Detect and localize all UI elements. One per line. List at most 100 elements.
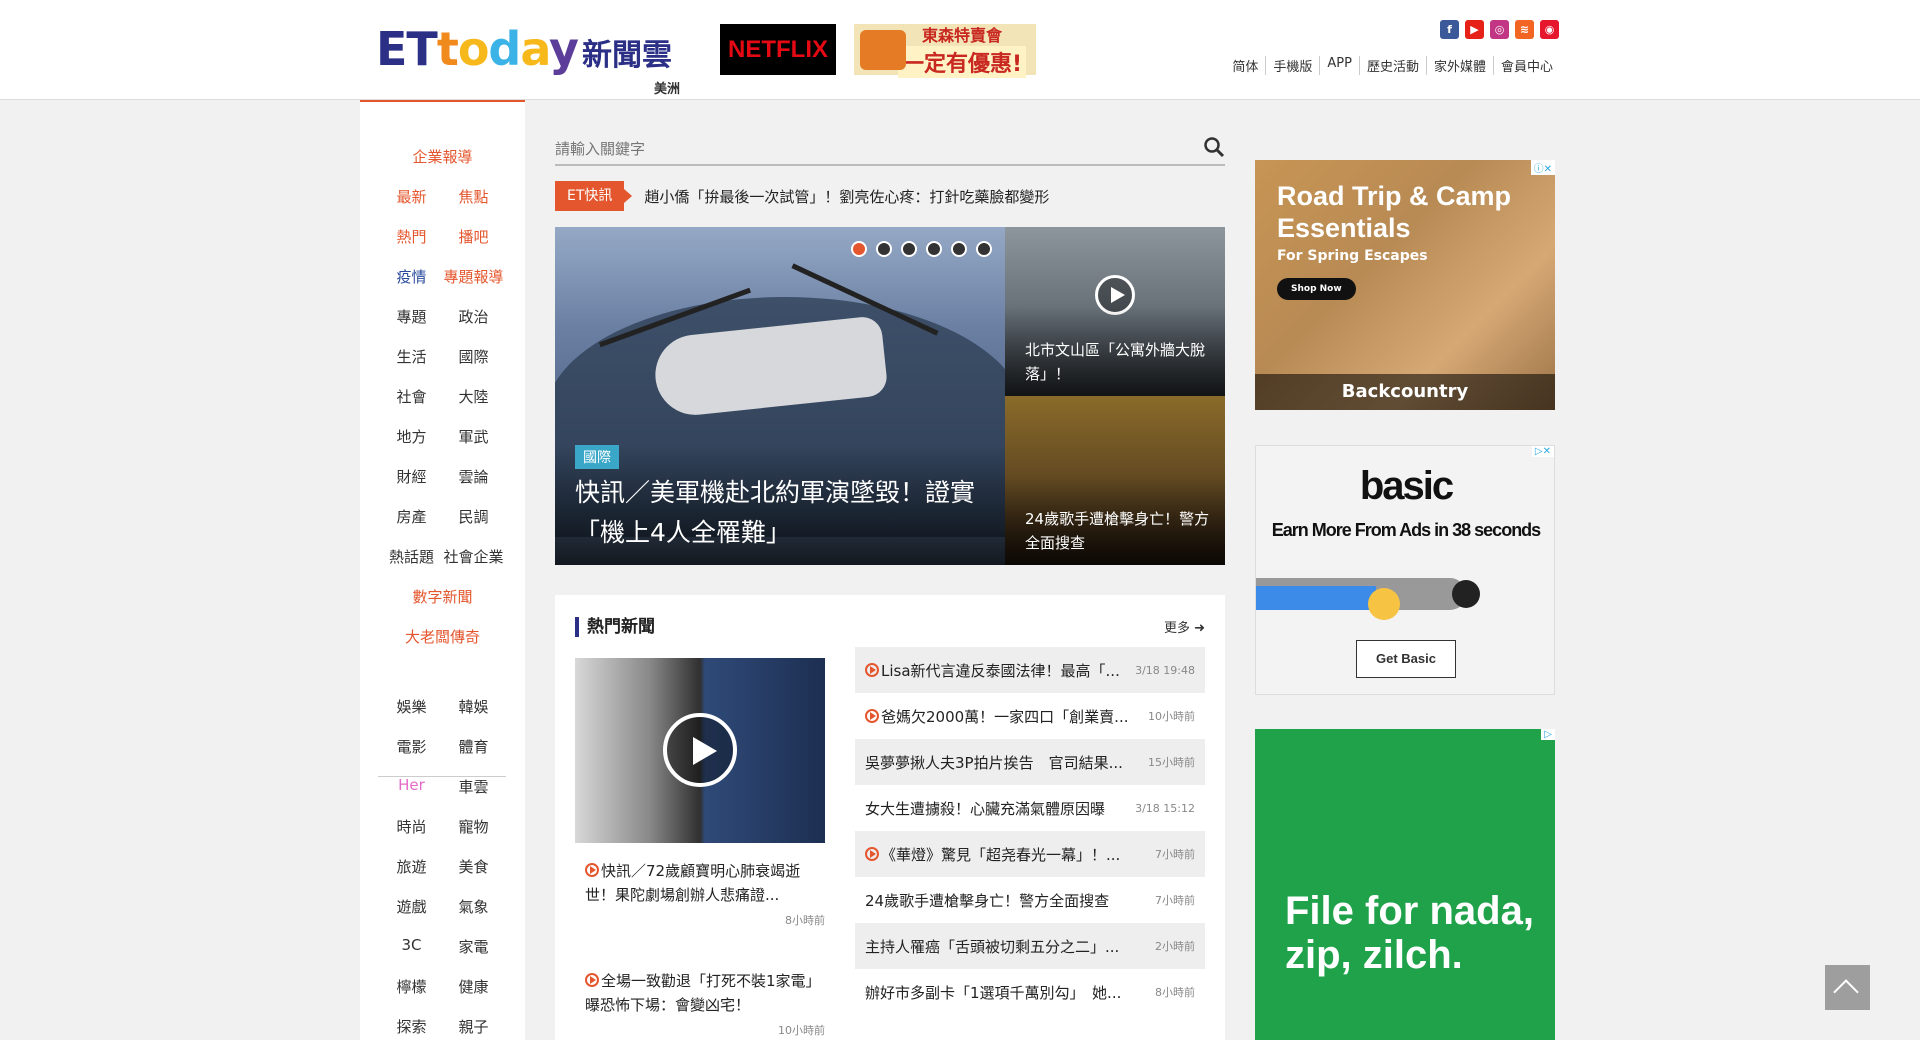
sidebar-item[interactable]: 美食 [443, 856, 505, 877]
list-item[interactable]: 爸媽欠2000萬！一家四口「創業賣... 10小時前 [855, 693, 1205, 739]
sidebar-item[interactable]: 房產 [381, 506, 443, 527]
sidebar-item[interactable]: 時尚 [381, 816, 443, 837]
sidebar-item[interactable]: 社會 [381, 386, 443, 407]
carousel-dot[interactable] [951, 241, 967, 257]
sidebar-item[interactable]: 民調 [443, 506, 505, 527]
facebook-icon[interactable]: f [1440, 20, 1459, 39]
sidebar-item[interactable]: 播吧 [443, 226, 505, 247]
ad-slider-knob [1368, 588, 1400, 620]
nav-member-center[interactable]: 會員中心 [1492, 56, 1560, 75]
sidebar-row: 檸檬 健康 [360, 976, 525, 997]
adchoices-icon[interactable]: ▷ [1541, 729, 1555, 740]
hot-news-video-thumbnail[interactable] [575, 658, 825, 843]
list-item[interactable]: 辦好市多副卡「1選項千萬別勾」 她... 8小時前 [855, 969, 1205, 1015]
sidebar-item[interactable]: 最新 [381, 186, 443, 207]
adchoices-icon[interactable]: ⓘ✕ [1530, 160, 1555, 175]
sidebar-item[interactable]: 數字新聞 [383, 586, 503, 607]
carousel-dot[interactable] [851, 241, 867, 257]
carousel-dot[interactable] [876, 241, 892, 257]
carousel-dot[interactable] [901, 241, 917, 257]
sidebar-item[interactable]: 企業報導 [383, 146, 503, 167]
ad-file-taxes[interactable]: ▷ File for nada, zip, zilch. [1255, 729, 1555, 1040]
list-item[interactable]: 24歲歌手遭槍擊身亡！警方全面搜查 7小時前 [855, 877, 1205, 923]
sidebar-item[interactable]: 探索 [381, 1016, 443, 1037]
main-content: ET快訊 趙小僑「拚最後一次試管」！劉亮佐心疼：打針吃藥臉都變形 國際 快訊／美… [555, 100, 1225, 1040]
sidebar-item[interactable]: 旅遊 [381, 856, 443, 877]
sidebar-item[interactable]: 體育 [443, 736, 505, 757]
sidebar-item[interactable]: 3C [381, 936, 443, 957]
sidebar-item[interactable]: 雲論 [443, 466, 505, 487]
list-item[interactable]: 吳夢夢揪人夫3P拍片挨告 官司結果... 15小時前 [855, 739, 1205, 785]
sidebar-item[interactable]: 疫情 [381, 266, 443, 287]
more-link[interactable]: 更多 ➜ [1164, 617, 1205, 636]
sidebar-item[interactable]: 熱話題 [381, 546, 443, 567]
sidebar-item[interactable]: 健康 [443, 976, 505, 997]
side-story-card[interactable]: 24歲歌手遭槍擊身亡！警方全面搜查 [1005, 396, 1225, 565]
ad-basic[interactable]: ▷✕ basic Earn More From Ads in 38 second… [1255, 445, 1555, 695]
region-label[interactable]: 美洲 [654, 78, 680, 97]
weibo-icon[interactable]: ◉ [1540, 20, 1559, 39]
sidebar-item[interactable]: 親子 [443, 1016, 505, 1037]
hero-headline[interactable]: 快訊／美軍機赴北約軍演墜毀！證實「機上4人全罹難」 [575, 473, 985, 553]
sidebar-item[interactable]: 專題 [381, 306, 443, 327]
sidebar-item[interactable]: 社會企業 [443, 546, 505, 567]
nav-simplified[interactable]: 简体 [1225, 56, 1265, 75]
rss-icon[interactable]: ≋ [1515, 20, 1534, 39]
hot-news-panel: 熱門新聞 更多 ➜ 快訊／72歲顧寶明心肺衰竭逝世！果陀劇場創辦人悲痛證... … [555, 595, 1225, 1040]
youtube-icon[interactable]: ▶ [1465, 20, 1484, 39]
sidebar-item[interactable]: 財經 [381, 466, 443, 487]
sidebar-item[interactable]: 檸檬 [381, 976, 443, 997]
search-input[interactable] [555, 136, 1175, 162]
carousel-indicators [851, 241, 992, 257]
sidebar-item[interactable]: 大老闆傳奇 [383, 626, 503, 647]
ad-get-basic-button[interactable]: Get Basic [1356, 640, 1456, 678]
adchoices-icon[interactable]: ▷✕ [1531, 446, 1554, 457]
list-item[interactable]: 《華燈》驚見「超尧春光一幕」！... 7小時前 [855, 831, 1205, 877]
ettoday-logo[interactable]: ET today 新聞雲 [376, 22, 672, 76]
search-icon[interactable] [1203, 136, 1225, 158]
hero-carousel[interactable]: 國際 快訊／美軍機赴北約軍演墜毀！證實「機上4人全罹難」 [555, 227, 1005, 565]
video-icon [585, 863, 599, 877]
nav-history-events[interactable]: 歷史活動 [1358, 56, 1426, 75]
nav-mobile[interactable]: 手機版 [1265, 56, 1319, 75]
sidebar-item[interactable]: 氣象 [443, 896, 505, 917]
sidebar-item[interactable]: 大陸 [443, 386, 505, 407]
sidebar-item[interactable]: 國際 [443, 346, 505, 367]
sidebar-item[interactable]: 生活 [381, 346, 443, 367]
sidebar-item[interactable]: 焦點 [443, 186, 505, 207]
breaking-news-headline[interactable]: 趙小僑「拚最後一次試管」！劉亮佐心疼：打針吃藥臉都變形 [644, 186, 1049, 207]
sidebar-item[interactable]: 電影 [381, 736, 443, 757]
side-story-title: 24歲歌手遭槍擊身亡！警方全面搜查 [1025, 510, 1210, 552]
sidebar-item[interactable]: 遊戲 [381, 896, 443, 917]
tosen-sale-banner[interactable]: 東森特賣會 一定有優惠! [854, 24, 1036, 78]
side-story-card[interactable]: 北市文山區「公寓外牆大脫落」！ [1005, 227, 1225, 396]
sidebar-item[interactable]: 專題報導 [443, 266, 505, 287]
sidebar-item[interactable]: 寵物 [443, 816, 505, 837]
sidebar-row: 最新 焦點 [360, 186, 525, 207]
sidebar-item[interactable]: Her [381, 776, 443, 797]
sidebar-item[interactable]: 軍武 [443, 426, 505, 447]
netflix-banner[interactable]: NETFLIX [720, 24, 836, 75]
list-item[interactable]: Lisa新代言違反泰國法律！最高「... 3/18 19:48 [855, 647, 1205, 693]
sidebar-item[interactable]: 熱門 [381, 226, 443, 247]
list-item[interactable]: 女大生遭擄殺！心臟充滿氣體原因曝 3/18 15:12 [855, 785, 1205, 831]
ad-backcountry[interactable]: ⓘ✕ Road Trip & Camp Essentials For Sprin… [1255, 160, 1555, 410]
hot-news-list: Lisa新代言違反泰國法律！最高「... 3/18 19:48 爸媽欠2000萬！… [855, 647, 1205, 1015]
sidebar-row: 財經 雲論 [360, 466, 525, 487]
sidebar-item[interactable]: 娛樂 [381, 696, 443, 717]
sidebar-item[interactable]: 地方 [381, 426, 443, 447]
lead-story[interactable]: 全場一致勸退「打死不裝1家電」 曝恐怖下場：會變凶宅！ 10小時前 [585, 969, 828, 1040]
carousel-dot[interactable] [976, 241, 992, 257]
instagram-icon[interactable]: ◎ [1490, 20, 1509, 39]
nav-app[interactable]: APP [1319, 56, 1359, 75]
nav-ooh-media[interactable]: 家外媒體 [1425, 56, 1493, 75]
back-to-top-button[interactable] [1825, 965, 1870, 1010]
sidebar-item[interactable]: 家電 [443, 936, 505, 957]
sidebar-item[interactable]: 政治 [443, 306, 505, 327]
sidebar-item[interactable]: 韓娛 [443, 696, 505, 717]
ad-shop-now-button[interactable]: Shop Now [1277, 278, 1356, 300]
list-item[interactable]: 主持人罹癌「舌頭被切剩五分之二」... 2小時前 [855, 923, 1205, 969]
sidebar-item[interactable]: 車雲 [443, 776, 505, 797]
lead-story[interactable]: 快訊／72歲顧寶明心肺衰竭逝世！果陀劇場創辦人悲痛證... 8小時前 [585, 859, 825, 931]
carousel-dot[interactable] [926, 241, 942, 257]
